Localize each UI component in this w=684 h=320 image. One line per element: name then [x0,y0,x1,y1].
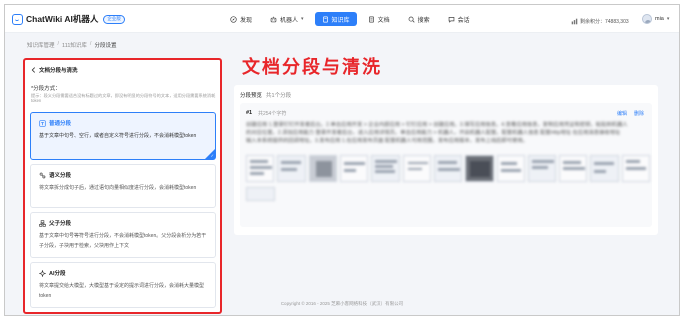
nav-item-label: 发现 [240,17,253,24]
annotation-heading: 文档分段与清洗 [242,57,382,78]
thumbnail-image[interactable] [433,155,463,182]
option-header: 普通分段 [39,119,71,127]
check-icon: ✓ [210,153,214,158]
segment-preview-panel: 分段预览 共1个分段 #1 共254个字符 编辑 删除 创建应用 1.登录钉钉开… [234,85,658,235]
thumbnail-image[interactable] [246,155,275,182]
thumbnail-image[interactable] [590,155,619,182]
panel-title-text: 文档分段与清洗 [39,68,78,74]
nav-item-chat[interactable]: 会话 [441,12,477,26]
option-description: 将文章拆分成句子后，通过语句向量相似度进行分段，会消耗模型token [39,185,197,191]
preview-count: 共1个分段 [266,93,292,99]
chat-icon [448,16,454,23]
thumbnail-image[interactable] [496,155,525,182]
book-icon [322,15,328,23]
text-icon [39,119,46,127]
segment-actions: 编辑 删除 [617,110,644,117]
segment-image-thumbnails [246,155,651,182]
breadcrumb-item-current: 分段设置 [94,43,117,49]
chevron-down-icon: ▾ [666,16,670,22]
copyright-text: Copyright © 2016 - 2025 芝麻小客网络科技（武汉）有限公司 [280,301,404,306]
edit-button[interactable]: 编辑 [617,110,627,117]
option-normal-segment[interactable]: 普通分段 基于文章中句号、空行，或者自定义符号进行分段，不会消耗模型token … [30,112,216,160]
option-header: 父子分段 [39,219,71,227]
thumbnail-image[interactable] [402,155,431,182]
breadcrumb-item-knowledge-base[interactable]: 111知识库 [62,41,87,49]
back-arrow-icon[interactable] [31,67,36,73]
segment-id: #1 [246,110,253,116]
chart-icon [571,18,578,25]
option-title: AI分段 [49,271,66,277]
panel-title[interactable]: 文档分段与清洗 [31,66,78,74]
thumbnail-image[interactable] [339,155,369,182]
main-nav: 发现 机器人 ▾ 知识库 文档 搜索 会话 [223,12,481,26]
thumbnail-image[interactable] [621,155,651,182]
brand-name: ChatWiki AI机器人 [26,14,99,24]
points-balance: 剩余积分：74883,303 [571,18,629,25]
option-semantic-segment[interactable]: 语义分段 将文章拆分成句子后，通过语句向量相似度进行分段，会消耗模型token [30,164,216,208]
points-text: 剩余积分：74883,303 [580,19,629,25]
segment-content-line: 的对应位置。2.添加应用能力 登录开发者后台，进入应用详情页。单击应用能力 > … [246,130,621,136]
nav-item-discover[interactable]: 发现 [223,12,259,26]
nav-item-knowledge-base[interactable]: 知识库 [314,12,357,26]
segment-hint: 提示：段义分段需要适合没有标题过的文章，即没有明显的分段符号的文本，适用分段需要… [31,93,216,103]
username: mia [655,16,664,22]
top-navigation-bar: ChatWiki AI机器人 企业版 发现 机器人 ▾ 知识库 文档 搜索 会话… [5,5,679,33]
thumbnail-image[interactable] [559,155,588,182]
nav-item-label: 搜索 [417,17,430,24]
option-title: 父子分段 [49,221,72,227]
option-header: AI分段 [39,269,66,277]
thumbnail-image[interactable] [308,155,337,182]
preview-header: 分段预览 共1个分段 [240,91,291,99]
chevron-down-icon: ▾ [301,16,304,22]
ai-icon [39,269,46,277]
option-description: 将文章提交给大模型，大模型基于设定的提示词进行分段，会消耗大量模型token [39,283,205,299]
nav-item-robot[interactable]: 机器人 ▾ [263,12,311,26]
brand[interactable]: ChatWiki AI机器人 企业版 [12,13,125,25]
chatwiki-logo-icon [12,13,23,25]
thumbnail-image[interactable] [371,155,400,182]
thumbnail-image[interactable] [246,187,275,201]
app-window: ChatWiki AI机器人 企业版 发现 机器人 ▾ 知识库 文档 搜索 会话… [4,4,680,316]
breadcrumb: 知识库管理 / 111知识库 / 分段设置 [27,41,116,49]
segment-card: #1 共254个字符 编辑 删除 创建应用 1.登录钉钉开发者后台。2.单击应用… [240,103,652,227]
thumbnail-image[interactable] [277,155,306,182]
segment-method-label: *分段方式： [31,86,61,92]
thumbnail-image[interactable] [465,155,494,182]
breadcrumb-separator: / [89,41,92,47]
edition-badge: 企业版 [103,14,125,24]
preview-title: 分段预览 [240,93,263,99]
delete-button[interactable]: 删除 [634,110,644,117]
user-menu[interactable]: mia ▾ [642,14,669,24]
option-description: 基于文章中句号等符号进行分段，不会消耗模型token。父分段会析分为若干子分段，… [39,233,207,249]
breadcrumb-item-knowledge-management[interactable]: 知识库管理 [27,41,55,49]
breadcrumb-separator: / [57,41,60,47]
search-icon [408,16,415,23]
nav-item-search[interactable]: 搜索 [401,12,437,26]
option-title: 语义分段 [49,173,72,179]
document-icon [368,15,374,23]
nav-item-label: 知识库 [331,17,350,24]
option-title: 普通分段 [49,121,72,127]
parent-child-icon [39,219,46,227]
thumbnail-image[interactable] [527,155,557,182]
segment-settings-panel: 文档分段与清洗 *分段方式： 提示：段义分段需要适合没有标题过的文章，即没有明显… [23,58,222,314]
robot-icon [270,16,277,22]
option-header: 语义分段 [39,171,71,179]
semantic-icon [39,172,46,178]
avatar [642,14,652,24]
footer: Copyright © 2016 - 2025 芝麻小客网络科技（武汉）有限公司 [5,301,679,307]
nav-item-label: 会话 [457,17,470,24]
segment-content: 创建应用 1.登录钉钉开发者后台。2.单击应用开发 > 企业内部应用 > 钉钉应… [246,121,646,145]
option-parent-child-segment[interactable]: 父子分段 基于文章中句号等符号进行分段，不会消耗模型token。父分段会析分为若… [30,212,216,258]
nav-item-documents[interactable]: 文档 [361,12,397,26]
segment-content-line: 创建应用 1.登录钉钉开发者后台。2.单击应用开发 > 企业内部应用 > 钉钉应… [246,122,628,128]
option-description: 基于文章中句号、空行，或者自定义符号进行分段，不会消耗模型token [39,133,197,139]
nav-item-label: 机器人 [280,17,299,24]
compass-icon [230,15,237,23]
nav-item-label: 文档 [377,17,390,24]
segment-content-line: 输入本系统提供的回调地址。3.发布应用 1.在应用发布页面 配置机器人可用范围，… [246,138,528,144]
segment-char-count: 共254个字符 [258,111,287,117]
